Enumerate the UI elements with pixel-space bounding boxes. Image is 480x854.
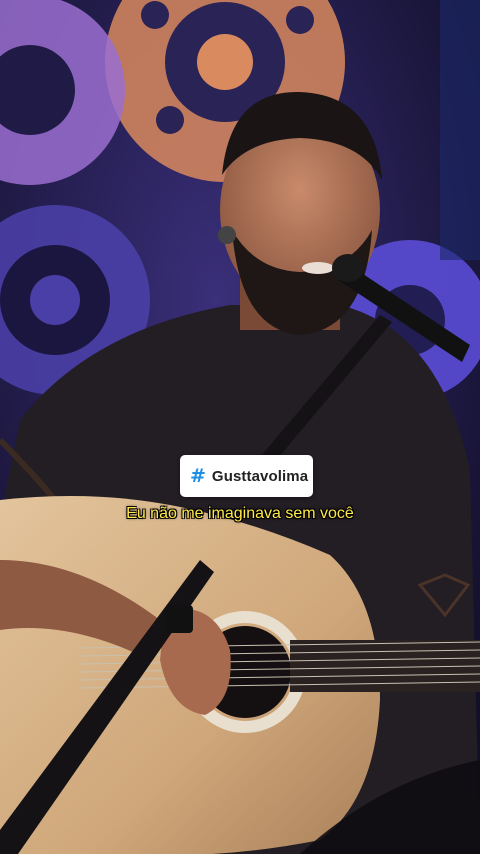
lyrics-subtitle: Eu não me imaginava sem você bbox=[126, 505, 354, 522]
hashtag-label: Gusttavolima bbox=[211, 467, 309, 485]
hashtag-icon: # bbox=[190, 464, 206, 487]
performer-mouth bbox=[302, 262, 334, 274]
in-ear-monitor bbox=[218, 226, 236, 244]
concert-photo bbox=[0, 0, 480, 854]
hashtag-badge[interactable]: # Gusttavolima bbox=[180, 455, 313, 497]
